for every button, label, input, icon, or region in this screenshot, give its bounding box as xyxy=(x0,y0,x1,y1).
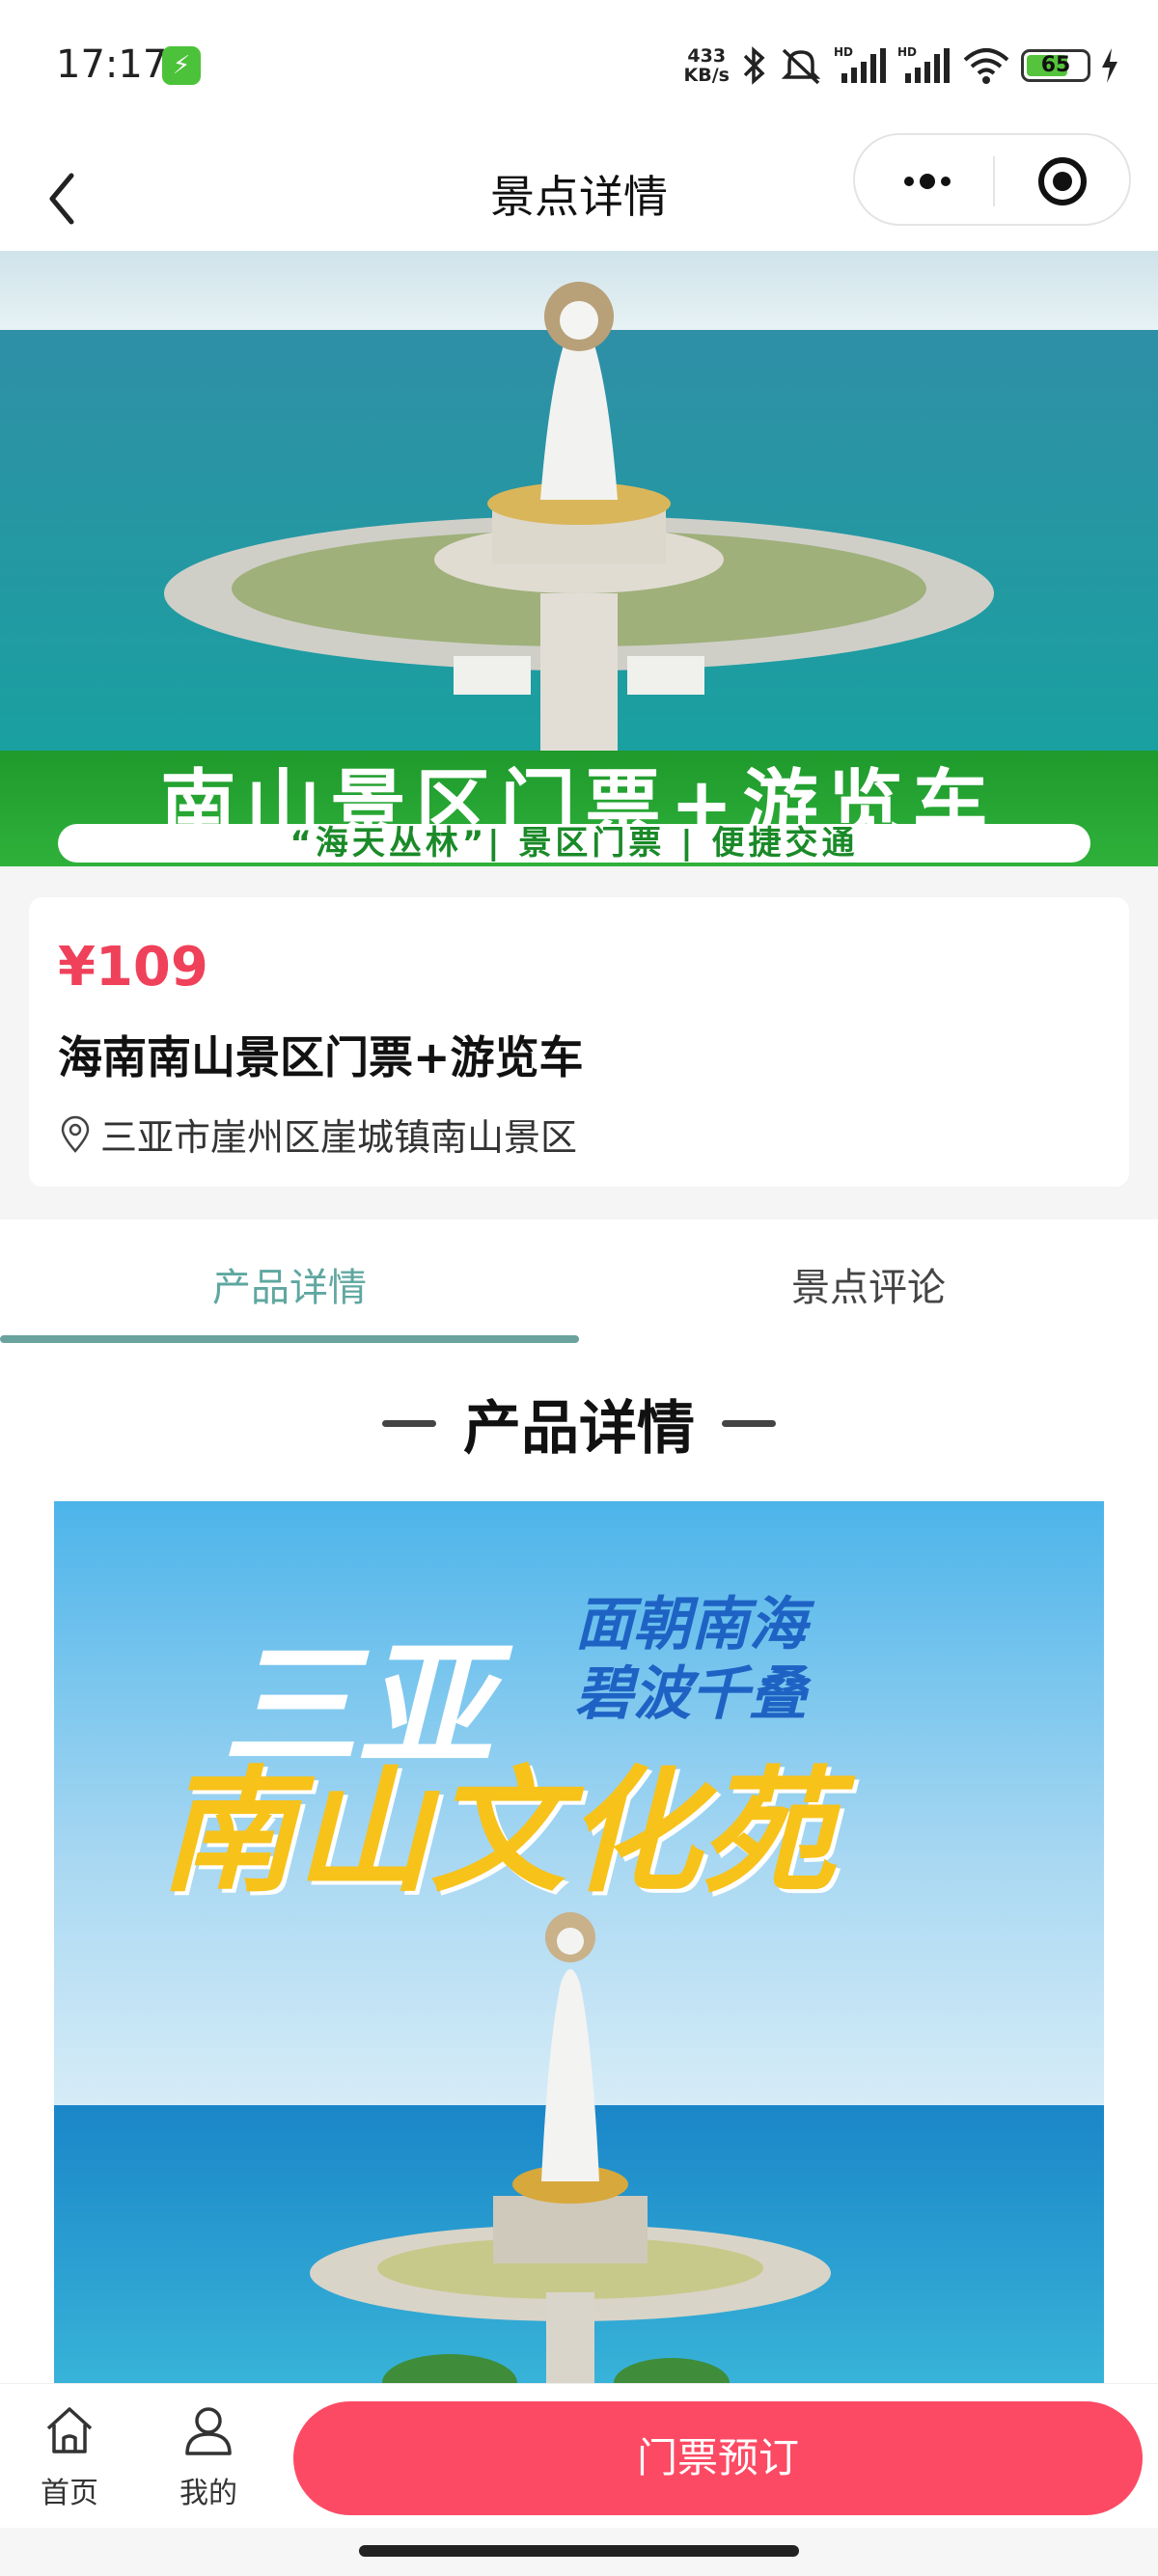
mine-nav-button[interactable]: 我的 xyxy=(151,2403,266,2511)
book-ticket-button[interactable]: 门票预订 xyxy=(293,2401,1143,2515)
net-speed: 433 KB/s xyxy=(684,46,730,85)
status-bar: 17:17 ⚡ 433 KB/s HD HD 65 xyxy=(0,0,1158,133)
address-text: 三亚市崖州区崖城镇南山景区 xyxy=(100,1116,578,1159)
svg-text:HD: HD xyxy=(834,45,853,59)
battery-icon: 65 xyxy=(1021,49,1090,82)
hero-banner-subtitle: “海天丛林”| 景区门票 | 便捷交通 xyxy=(58,824,1090,863)
status-icons: 433 KB/s HD HD 65 xyxy=(684,39,1119,93)
svg-text:HD: HD xyxy=(897,45,917,59)
hero-banner: 南山景区门票+游览车 “海天丛林”| 景区门票 | 便捷交通 xyxy=(0,751,1158,866)
product-title: 海南南山景区门票+游览车 xyxy=(58,1031,584,1083)
signal-hd-icon: HD xyxy=(897,45,950,83)
address-row[interactable]: 三亚市崖州区崖城镇南山景区 xyxy=(58,1108,577,1161)
mute-icon xyxy=(781,48,821,85)
home-nav-button[interactable]: 首页 xyxy=(12,2403,127,2511)
battery-level: 65 xyxy=(1040,53,1071,77)
mine-label: 我的 xyxy=(179,2477,237,2510)
miniprogram-capsule xyxy=(853,133,1131,226)
wifi-icon xyxy=(963,48,1009,84)
section-dash-left xyxy=(382,1419,436,1427)
home-label: 首页 xyxy=(41,2477,98,2510)
guanyin-statue-photo xyxy=(0,251,1158,751)
signal-hd-icon: HD xyxy=(834,45,886,83)
poster-slogan-1: 面朝南海 xyxy=(575,1591,807,1658)
close-miniprogram-button[interactable] xyxy=(1009,145,1116,218)
section-title: 产品详情 xyxy=(463,1394,695,1463)
poster-slogan: 面朝南海 碧波千叠 xyxy=(575,1590,807,1729)
net-speed-unit: KB/s xyxy=(683,65,730,86)
bolt-icon xyxy=(1102,48,1117,83)
poster-nanshan-title: 南山文化苑 xyxy=(160,1754,837,1911)
charging-icon: ⚡ xyxy=(162,46,201,85)
section-dash-right xyxy=(722,1419,776,1427)
product-price: ¥109 xyxy=(58,936,208,999)
home-icon xyxy=(46,2407,93,2453)
bottom-action-bar: 首页 我的 门票预订 xyxy=(0,2383,1158,2528)
hero-image: 南山景区门票+游览车 “海天丛林”| 景区门票 | 便捷交通 xyxy=(0,251,1158,866)
product-detail-image: 三亚 面朝南海 碧波千叠 南山文化苑 xyxy=(54,1501,1104,2383)
tab-indicator xyxy=(0,1335,579,1343)
product-info-card: ¥109 海南南山景区门票+游览车 三亚市崖州区崖城镇南山景区 xyxy=(29,897,1129,1187)
tab-reviews[interactable]: 景点评论 xyxy=(579,1256,1158,1312)
section-header: 产品详情 xyxy=(0,1380,1158,1466)
poster-slogan-2: 碧波千叠 xyxy=(575,1660,807,1728)
tab-bar: 产品详情 景点评论 xyxy=(0,1219,1158,1351)
more-dots-icon xyxy=(904,174,951,189)
more-button[interactable] xyxy=(874,145,980,218)
status-time: 17:17 xyxy=(56,42,168,87)
capsule-divider xyxy=(993,156,995,206)
nav-bar: 景点详情 xyxy=(0,133,1158,251)
location-pin-icon xyxy=(61,1115,90,1153)
bluetooth-icon xyxy=(743,46,765,85)
user-icon xyxy=(185,2407,232,2455)
system-gesture-area xyxy=(0,2528,1158,2576)
tab-product-detail[interactable]: 产品详情 xyxy=(0,1256,579,1312)
home-indicator[interactable] xyxy=(359,2545,799,2557)
target-close-icon xyxy=(1038,157,1087,206)
net-speed-value: 433 xyxy=(687,45,727,67)
